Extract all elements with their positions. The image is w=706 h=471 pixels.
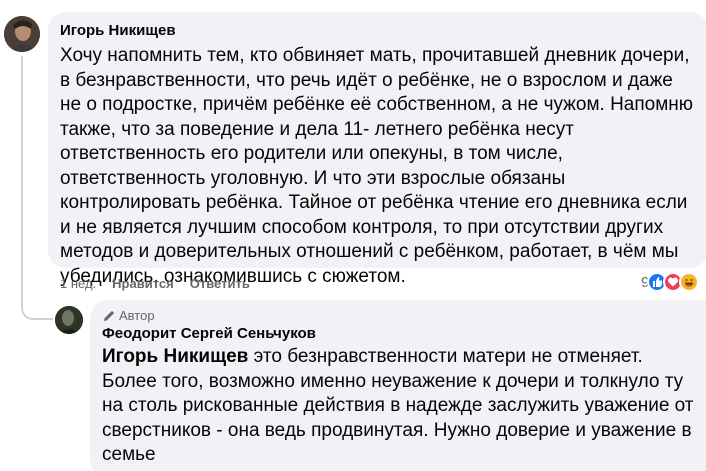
haha-icon [679,272,700,292]
reply-text: Игорь Никищев это безнравственности мате… [102,345,698,468]
author-badge-label: Автор [119,308,155,323]
pencil-icon [104,311,114,321]
comment-bubble: Игорь Никищев Хочу напомнить тем, кто об… [48,12,706,287]
avatar[interactable] [55,306,83,334]
reply-connector [21,270,53,320]
comment-timestamp[interactable]: 1 нед. [60,276,96,292]
reply-author[interactable]: Феодорит Сергей Сеньчуков [102,324,698,344]
avatar[interactable] [4,16,40,52]
reply-button[interactable]: Ответить [190,276,250,292]
author-badge: Автор [102,308,698,324]
comment-author[interactable]: Игорь Никищев [60,21,696,41]
comment-text: Хочу напомнить тем, кто обвиняет мать, п… [60,45,694,287]
comment-actions: 1 нед. Нравится Ответить [60,276,266,292]
reactions-summary[interactable]: 9 [641,272,700,292]
mention-link[interactable]: Игорь Никищев [102,346,248,367]
profile-photo-icon [55,306,83,334]
reply-bubble: Автор Феодорит Сергей Сеньчуков Игорь Ни… [90,300,706,471]
thread-line [21,56,23,286]
like-button[interactable]: Нравится [112,276,174,292]
profile-photo-icon [4,16,40,52]
